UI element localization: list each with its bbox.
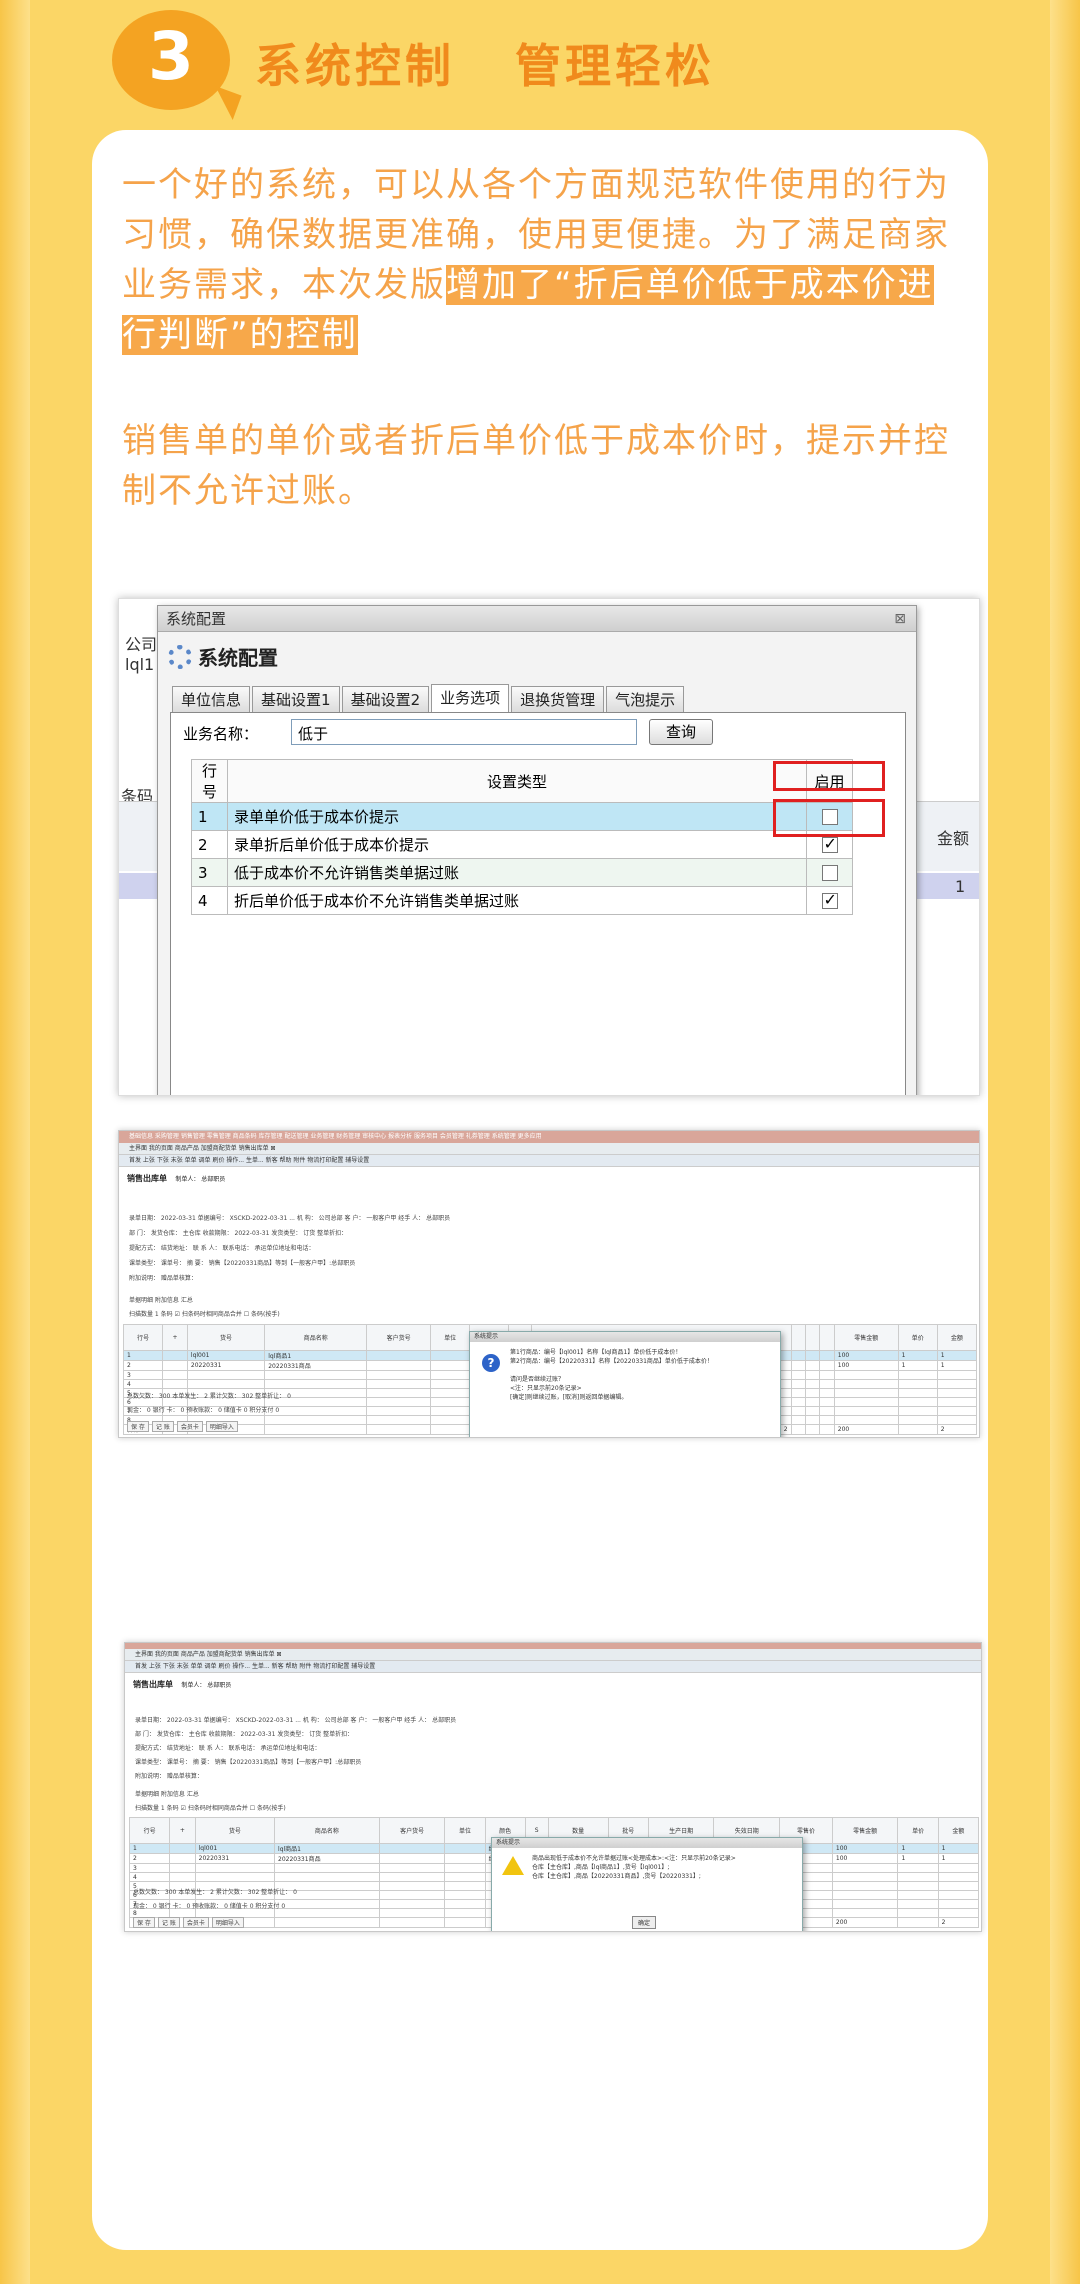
doc-title: 销售出库单 制单人： 总部职员 [127, 1174, 226, 1183]
main-menubar[interactable]: 基础信息 采购管理 销售管理 零售管理 商品条码 库存管理 配送管理 业务管理 … [119, 1131, 979, 1143]
row-no: 4 [191, 886, 228, 915]
table-row[interactable]: 3 低于成本价不允许销售类单据过账 [191, 858, 853, 887]
footer-summary: 总数欠数： 300 本单发生： 2 累计欠数： 302 整单折让： 0 [133, 1889, 297, 1896]
dialog-message: 商品出现低于成本价不允许单据过账<处理成本>:<注：只显示前20条记录> 仓库【… [532, 1855, 736, 1880]
row-type: 录单单价低于成本价提示 [227, 802, 807, 831]
tab-basic-2[interactable]: 基础设置2 [341, 686, 430, 712]
options-grid: 行号 设置类型 启用 1 录单单价低于成本价提示 2 录单折后单价低于成本价提示 [191, 759, 853, 915]
tab-bubble-tips[interactable]: 气泡提示 [606, 686, 685, 712]
left-stripe [0, 0, 30, 2284]
dialog-header: 系统配置 [168, 642, 278, 671]
col-setting-type: 设置类型 [227, 759, 807, 803]
import-detail-button[interactable]: 明细导入 [211, 1917, 244, 1928]
alert-dialog: 系统提示 商品出现低于成本价不允许单据过账<处理成本>:<注：只显示前20条记录… [491, 1837, 803, 1931]
content-card: 一个好的系统，可以从各个方面规范软件使用的行为习惯，确保数据更准确，使用更便捷。… [92, 130, 988, 2250]
gear-icon [168, 645, 192, 669]
form-row[interactable]: 附加说明： 赠品单核算： [129, 1273, 197, 1282]
form-row[interactable]: 课单类型： 课单号： 摘 要： 销售【20220331商品】等到【一般客户甲】:… [129, 1258, 355, 1267]
bg-label-amount: 金额 [937, 829, 970, 848]
form-row[interactable]: 附加说明： 赠品单核算： [135, 1771, 203, 1780]
row-no: 3 [191, 858, 228, 887]
ok-button[interactable]: 确定 [632, 1916, 657, 1929]
right-stripe [1050, 0, 1080, 2284]
form-row[interactable]: 部 门： 发货仓库： 主仓库 收款期限： 2022-03-31 发货类型： 订货… [135, 1729, 353, 1738]
dialog-title: 系统提示 [492, 1838, 802, 1848]
col-row-no: 行号 [191, 759, 228, 803]
form-row[interactable]: 提配方式： 结货地址： 联 系 人： 联系电话： 承运单位地址和电话： [135, 1743, 320, 1752]
footer-summary: 总数欠数： 300 本单发生： 2 累计欠数： 302 整单折让： 0 [127, 1393, 291, 1400]
table-row[interactable]: 4 折后单价低于成本价不允许销售类单据过账 [191, 886, 853, 915]
detail-subtabs[interactable]: 单据明细 附加信息 汇总 [135, 1789, 199, 1798]
save-button[interactable]: 保 存 [133, 1917, 155, 1928]
search-input[interactable]: 低于 [291, 719, 637, 745]
row-type: 低于成本价不允许销售类单据过账 [227, 858, 807, 887]
member-card-button[interactable]: 会员卡 [176, 1421, 203, 1432]
footer-payment[interactable]: 现金： 0 银行 卡： 0 预收账款： 0 储值卡 0 积分支付 0 [127, 1405, 279, 1414]
heading-part1: 系统控制 [255, 39, 455, 93]
tab-returns[interactable]: 退换货管理 [511, 686, 605, 712]
search-label: 业务名称： [183, 725, 259, 743]
table-row[interactable]: 2 录单折后单价低于成本价提示 [191, 830, 853, 859]
scan-row[interactable]: 扫描数量 1 条码 ☑ 扫条码时相同商品合并 ☐ 条码(按手) [135, 1803, 286, 1812]
scan-row[interactable]: 扫描数量 1 条码 ☑ 扫条码时相同商品合并 ☐ 条码(按手) [129, 1309, 280, 1318]
row-no: 2 [191, 830, 228, 859]
bg-label-company: 公司 [125, 635, 158, 654]
member-card-button[interactable]: 会员卡 [182, 1917, 209, 1928]
enable-checkbox[interactable] [821, 834, 838, 853]
intro-paragraph: 一个好的系统，可以从各个方面规范软件使用的行为习惯，确保数据更准确，使用更便捷。… [122, 160, 962, 360]
form-row[interactable]: 课单类型： 课单号： 摘 要： 销售【20220331商品】等到【一般客户甲】:… [135, 1757, 361, 1766]
enable-checkbox[interactable] [821, 864, 838, 881]
post-button[interactable]: 记 账 [151, 1421, 174, 1432]
footer-buttons: 保 存记 账会员卡 明细导入 [133, 1917, 247, 1928]
form-row[interactable]: 录单日期： 2022-03-31 单据编号： XSCKD-2022-03-31 … [129, 1213, 450, 1222]
row-no: 1 [191, 802, 228, 831]
dialog-message: 第1行商品：编号【lql001】名称【lql商品1】单价低于成本价！ 第2行商品… [510, 1349, 713, 1401]
badge-number: 3 [148, 18, 194, 95]
dialog-titlebar: 系统配置 ⊠ [158, 606, 916, 632]
post-button[interactable]: 记 账 [157, 1917, 180, 1928]
confirm-dialog: 系统提示 ? 第1行商品：编号【lql001】名称【lql商品1】单价低于成本价… [469, 1331, 781, 1437]
doc-toolbar[interactable]: 首发 上张 下张 末张 单单 调单 刷价 操作... 生单... 新客 帮助 附… [125, 1661, 981, 1673]
form-row[interactable]: 部 门： 发货仓库： 主仓库 收款期限： 2022-03-31 发货类型： 订货… [129, 1228, 347, 1237]
footer-payment[interactable]: 现金： 0 银行 卡： 0 预收账款： 0 储值卡 0 积分支付 0 [133, 1901, 285, 1910]
bg-label-value: 1 [955, 877, 966, 896]
window-tabs[interactable]: 主界面 我的页面 商品产品 加盟商配货单 销售出库单 ⊠ [125, 1643, 981, 1661]
detail-subtabs[interactable]: 单据明细 附加信息 汇总 [129, 1295, 193, 1304]
tab-business-options[interactable]: 业务选项 [431, 684, 510, 712]
table-row[interactable]: 1 录单单价低于成本价提示 [191, 802, 853, 831]
dialog-title: 系统提示 [470, 1332, 780, 1342]
section-heading: 系统控制 管理轻松 [255, 30, 715, 96]
number-badge: 3 [112, 10, 230, 110]
dialog-header-text: 系统配置 [198, 646, 278, 670]
save-button[interactable]: 保 存 [127, 1421, 149, 1432]
tab-basic-1[interactable]: 基础设置1 [252, 686, 340, 712]
highlight-box-row4 [773, 799, 885, 837]
tab-unit-info[interactable]: 单位信息 [172, 686, 251, 712]
dialog-title: 系统配置 [166, 610, 227, 628]
form-row[interactable]: 录单日期： 2022-03-31 单据编号： XSCKD-2022-03-31 … [135, 1715, 456, 1724]
rule-paragraph: 销售单的单价或者折后单价低于成本价时，提示并控制不允许过账。 [122, 421, 950, 511]
system-config-dialog: 系统配置 ⊠ 系统配置 单位信息 基础设置1 基础设置2 业务选项 退换货管理 气… [157, 605, 917, 1095]
bg-label-lql: lql1 [125, 655, 155, 674]
sales-order-confirm-screenshot: 基础信息 采购管理 销售管理 零售管理 商品条码 库存管理 配送管理 业务管理 … [118, 1130, 980, 1438]
doc-title: 销售出库单 制单人： 总部职员 [133, 1680, 232, 1689]
form-row[interactable]: 提配方式： 结货地址： 联 系 人： 联系电话： 承运单位地址和电话： [129, 1243, 314, 1252]
close-icon[interactable]: ⊠ [894, 606, 906, 632]
system-config-screenshot: 公司 lql1 条码 金额 1 系统配置 ⊠ 系统配置 单位信息 基础设置1 基础… [118, 598, 980, 1096]
config-tabs: 单位信息 基础设置1 基础设置2 业务选项 退换货管理 气泡提示 [172, 684, 685, 712]
enable-checkbox[interactable] [821, 890, 838, 909]
heading-part2: 管理轻松 [515, 39, 716, 93]
doc-toolbar[interactable]: 首发 上张 下张 末张 单单 调单 刷价 操作... 生单... 新客 帮助 附… [119, 1155, 979, 1167]
sales-order-blocked-screenshot: 主界面 我的页面 商品产品 加盟商配货单 销售出库单 ⊠ 首发 上张 下张 末张… [124, 1642, 982, 1932]
row-type: 折后单价低于成本价不允许销售类单据过账 [227, 886, 807, 915]
highlight-box-row2 [773, 761, 885, 791]
window-tabs[interactable]: 主界面 我的页面 商品产品 加盟商配货单 销售出库单 ⊠ [119, 1143, 979, 1155]
footer-buttons: 保 存记 账会员卡 明细导入 [127, 1421, 241, 1432]
row-type: 录单折后单价低于成本价提示 [227, 830, 807, 859]
import-detail-button[interactable]: 明细导入 [205, 1421, 238, 1432]
query-button[interactable]: 查询 [649, 719, 713, 745]
